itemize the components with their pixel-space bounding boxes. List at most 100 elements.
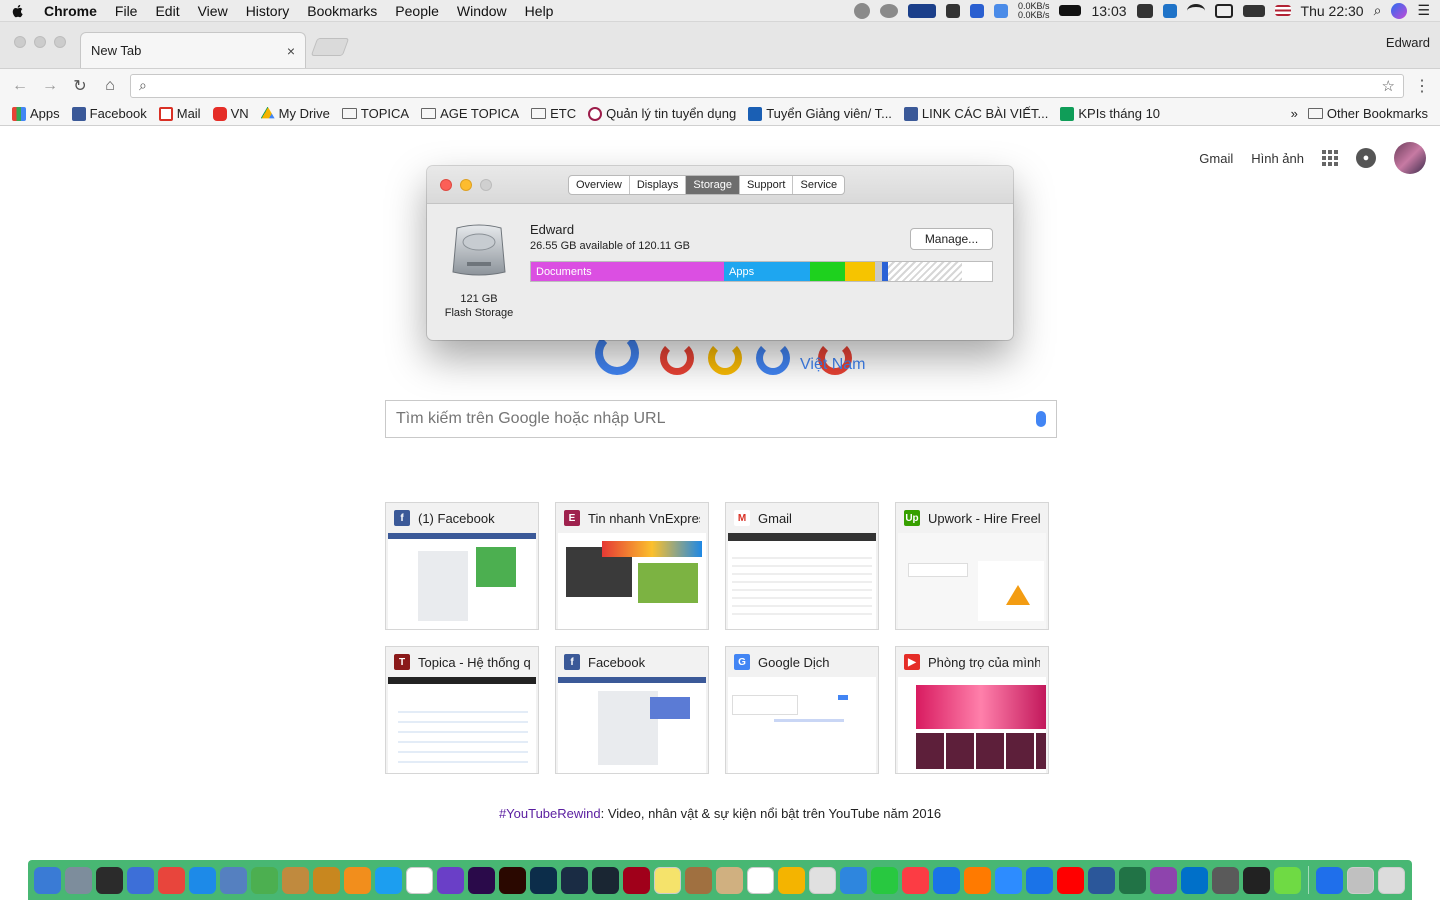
bookmark-my-drive[interactable]: My Drive [260, 106, 330, 121]
gmail-link[interactable]: Gmail [1199, 151, 1233, 166]
notifications-bell-icon[interactable]: ● [1356, 148, 1376, 168]
menu-bookmarks[interactable]: Bookmarks [307, 3, 377, 19]
dock-app-icon[interactable] [96, 866, 123, 894]
dock-app-icon[interactable] [1181, 866, 1208, 894]
dock-app-icon[interactable] [995, 866, 1022, 894]
bookmark-mail[interactable]: Mail [158, 106, 201, 121]
google-search-box[interactable] [385, 400, 1057, 438]
wifi-icon[interactable] [1186, 3, 1205, 18]
disk-meter-icon[interactable] [993, 3, 1008, 18]
menu-history[interactable]: History [246, 3, 290, 19]
images-link[interactable]: Hình ảnh [1251, 151, 1304, 166]
dock-app-icon[interactable] [220, 866, 247, 894]
tab-overview[interactable]: Overview [569, 176, 630, 194]
dock-app-icon[interactable] [375, 866, 402, 894]
storage-segment[interactable] [845, 262, 875, 281]
bookmark-kpis[interactable]: KPIs tháng 10 [1060, 106, 1160, 121]
airplay-icon[interactable] [1214, 3, 1233, 18]
bookmark-topica[interactable]: TOPICA [341, 106, 409, 121]
tab-displays[interactable]: Displays [630, 176, 687, 194]
dock-app-icon[interactable] [592, 866, 619, 894]
dock-app-icon[interactable] [34, 866, 61, 894]
storage-segment-documents[interactable]: Documents [531, 262, 724, 281]
creative-cloud-icon[interactable] [879, 3, 898, 18]
bookmark-star-icon[interactable]: ☆ [1382, 77, 1395, 95]
omnibox[interactable]: ⌕ ☆ [130, 73, 1404, 98]
promo-hashtag[interactable]: #YouTubeRewind [499, 806, 601, 821]
menubar-clock-short[interactable]: 13:03 [1091, 3, 1126, 19]
google-apps-icon[interactable] [1322, 150, 1338, 166]
dock-app-icon[interactable] [747, 866, 774, 894]
bookmark-facebook[interactable]: Facebook [71, 106, 147, 121]
tile-youtube-phong-tro[interactable]: ▶ Phòng trọ của mình v [895, 646, 1049, 774]
dock-app-icon[interactable] [1057, 866, 1084, 894]
tile-gmail[interactable]: M Gmail [725, 502, 879, 630]
dock-app-icon[interactable] [406, 866, 433, 894]
dock-app-icon[interactable] [716, 866, 743, 894]
reload-icon[interactable]: ↻ [70, 76, 90, 96]
input-flag-icon[interactable] [1274, 5, 1291, 16]
zoom-window-button[interactable] [54, 36, 66, 48]
dock-app-icon[interactable] [1088, 866, 1115, 894]
doodle-promo[interactable]: #YouTubeRewind: Video, nhân vật & sự kiệ… [0, 806, 1440, 821]
dock-app-icon[interactable] [871, 866, 898, 894]
dock-app-icon[interactable] [158, 866, 185, 894]
dock-app-icon[interactable] [561, 866, 588, 894]
menu-people[interactable]: People [395, 3, 439, 19]
storage-segment-apps[interactable]: Apps [724, 262, 810, 281]
storage-segment[interactable] [875, 262, 882, 281]
bookmark-link-cac-bai-viet[interactable]: LINK CÁC BÀI VIẾT... [903, 106, 1048, 121]
dock-app-icon[interactable] [530, 866, 557, 894]
cpu-meter-icon[interactable] [945, 3, 960, 18]
menu-app-chrome[interactable]: Chrome [44, 3, 97, 19]
network-speed[interactable]: 0.0KB/s 0.0KB/s [1018, 1, 1050, 20]
menu-view[interactable]: View [198, 3, 228, 19]
battery-icon[interactable] [1059, 5, 1082, 16]
manage-button[interactable]: Manage... [910, 228, 993, 250]
tile-facebook-2[interactable]: f Facebook [555, 646, 709, 774]
tile-vnexpress[interactable]: E Tin nhanh VnExpress [555, 502, 709, 630]
activity-graph-icon[interactable] [907, 3, 936, 18]
app-s-icon[interactable] [1162, 3, 1177, 18]
minimize-window-button[interactable] [34, 36, 46, 48]
home-icon[interactable]: ⌂ [100, 76, 120, 96]
other-bookmarks[interactable]: Other Bookmarks [1307, 106, 1428, 121]
dock-app-icon[interactable] [127, 866, 154, 894]
back-icon[interactable]: ← [10, 76, 30, 96]
dock-app-icon[interactable] [685, 866, 712, 894]
dialog-close-button[interactable] [440, 179, 452, 191]
notification-center-icon[interactable]: ☰ [1417, 2, 1430, 19]
storage-segment-purgeable[interactable] [888, 262, 962, 281]
microphone-icon[interactable] [1036, 411, 1046, 427]
new-tab-button[interactable] [310, 38, 350, 56]
menu-help[interactable]: Help [525, 3, 554, 19]
search-input[interactable] [396, 410, 1036, 428]
camera-icon[interactable] [1136, 3, 1153, 18]
dock-app-icon[interactable] [344, 866, 371, 894]
dock-app-icon[interactable] [468, 866, 495, 894]
chrome-menu-icon[interactable]: ⋮ [1414, 76, 1430, 96]
avatar[interactable] [1394, 142, 1426, 174]
tile-facebook-1[interactable]: f (1) Facebook [385, 502, 539, 630]
tab-storage[interactable]: Storage [686, 176, 740, 194]
dock-app-icon[interactable] [778, 866, 805, 894]
memory-meter-icon[interactable] [969, 3, 984, 18]
menu-edit[interactable]: Edit [155, 3, 179, 19]
dock-app-icon[interactable] [933, 866, 960, 894]
dock-app-icon[interactable] [313, 866, 340, 894]
dock-app-icon[interactable] [1316, 866, 1343, 894]
dock-app-icon[interactable] [499, 866, 526, 894]
dialog-minimize-button[interactable] [460, 179, 472, 191]
tile-upwork[interactable]: Up Upwork - Hire Freelan [895, 502, 1049, 630]
tab-support[interactable]: Support [740, 176, 794, 194]
siri-icon[interactable] [1391, 2, 1408, 19]
tab-close-icon[interactable]: × [287, 43, 295, 59]
menu-window[interactable]: Window [457, 3, 507, 19]
dock-app-icon[interactable] [902, 866, 929, 894]
dock-app-icon[interactable] [1212, 866, 1239, 894]
storage-segment[interactable] [810, 262, 845, 281]
bookmark-quan-ly-tin[interactable]: Quản lý tin tuyển dụng [588, 106, 736, 121]
menubar-clock[interactable]: Thu 22:30 [1301, 3, 1364, 19]
profile-button[interactable]: Edward [1386, 35, 1430, 50]
tab-service[interactable]: Service [793, 176, 844, 194]
